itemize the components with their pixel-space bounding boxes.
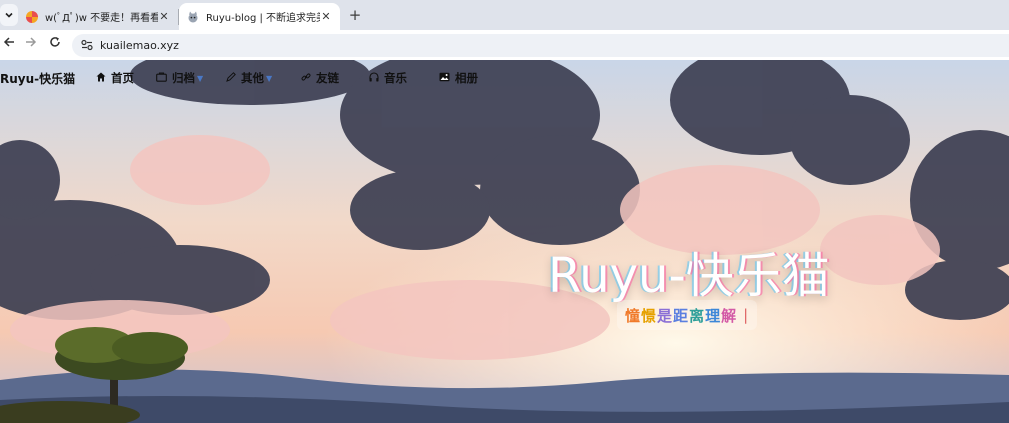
subtitle-char: 解 xyxy=(721,306,738,325)
image-icon xyxy=(439,72,450,85)
nav-item-music[interactable]: 音乐 xyxy=(369,70,407,86)
folder-icon xyxy=(156,71,167,85)
forward-button[interactable] xyxy=(22,36,40,54)
nav-item-archive[interactable]: 归档 ▼ xyxy=(156,70,203,86)
subtitle-char: 离 xyxy=(689,306,706,325)
chevron-down-icon xyxy=(5,12,13,18)
headphones-icon xyxy=(369,71,379,85)
tab-active[interactable]: Ruyu-blog | 不断追求完美的开 ✕ xyxy=(179,3,340,30)
subtitle-char: 憬 xyxy=(641,306,658,325)
link-icon xyxy=(301,72,311,85)
hero-subtitle: 憧 憬 是 距 离 理 解 | xyxy=(617,300,758,330)
nav-item-home[interactable]: 首页 xyxy=(96,70,134,86)
reload-button[interactable] xyxy=(46,36,64,54)
typing-cursor: | xyxy=(743,306,750,324)
chevron-down-icon: ▼ xyxy=(197,73,204,83)
nav-label: 音乐 xyxy=(384,71,407,85)
nav-item-other[interactable]: 其他 ▼ xyxy=(226,70,272,86)
nav-item-friends[interactable]: 友链 xyxy=(301,70,339,86)
subtitle-char: 憧 xyxy=(625,306,642,325)
close-icon[interactable]: ✕ xyxy=(158,10,170,23)
subtitle-char: 是 xyxy=(657,306,674,325)
tab-title: Ruyu-blog | 不断追求完美的开 xyxy=(206,13,320,24)
subtitle-char: 理 xyxy=(705,306,722,325)
hero-background-image xyxy=(0,60,1009,423)
arrow-right-icon xyxy=(26,37,37,47)
cat-icon xyxy=(187,11,199,23)
site-brand[interactable]: Ruyu-快乐猫 xyxy=(0,70,75,87)
tab-inactive[interactable]: w(ﾟДﾟ)w 不要走！再看看嘛！ ✕ xyxy=(18,3,178,30)
address-bar[interactable]: kuailemao.xyz xyxy=(72,34,1009,57)
site-navbar: Ruyu-快乐猫 首页 归档 ▼ 其他 ▼ 友链 音乐 相册 xyxy=(0,60,1009,94)
tab-search-button[interactable] xyxy=(0,4,18,26)
web-page: Ruyu-快乐猫 首页 归档 ▼ 其他 ▼ 友链 音乐 相册 Ruyu-快乐猫 … xyxy=(0,60,1009,423)
chevron-down-icon: ▼ xyxy=(266,73,273,83)
close-icon[interactable]: ✕ xyxy=(320,10,332,23)
site-settings-icon[interactable] xyxy=(80,38,94,52)
home-icon xyxy=(96,72,106,85)
nav-label: 归档 xyxy=(172,71,195,85)
browser-toolbar: kuailemao.xyz xyxy=(0,30,1009,60)
hero-title: Ruyu-快乐猫 xyxy=(548,248,830,304)
nav-label: 其他 xyxy=(241,71,264,85)
reload-icon xyxy=(50,37,60,47)
url-text: kuailemao.xyz xyxy=(100,39,179,52)
new-tab-button[interactable]: + xyxy=(345,5,365,25)
nav-label: 首页 xyxy=(111,71,134,85)
tab-title: w(ﾟДﾟ)w 不要走！再看看嘛！ xyxy=(45,13,158,24)
pen-icon xyxy=(226,71,236,85)
subtitle-char: 距 xyxy=(673,306,690,325)
nav-item-album[interactable]: 相册 xyxy=(439,70,478,86)
nav-label: 相册 xyxy=(455,71,478,85)
arrow-left-icon xyxy=(3,37,14,47)
tab-strip: w(ﾟДﾟ)w 不要走！再看看嘛！ ✕ Ruyu-blog | 不断追求完美的开… xyxy=(0,0,1009,30)
back-button[interactable] xyxy=(0,36,18,54)
nav-label: 友链 xyxy=(316,71,339,85)
pinwheel-icon xyxy=(26,10,38,23)
